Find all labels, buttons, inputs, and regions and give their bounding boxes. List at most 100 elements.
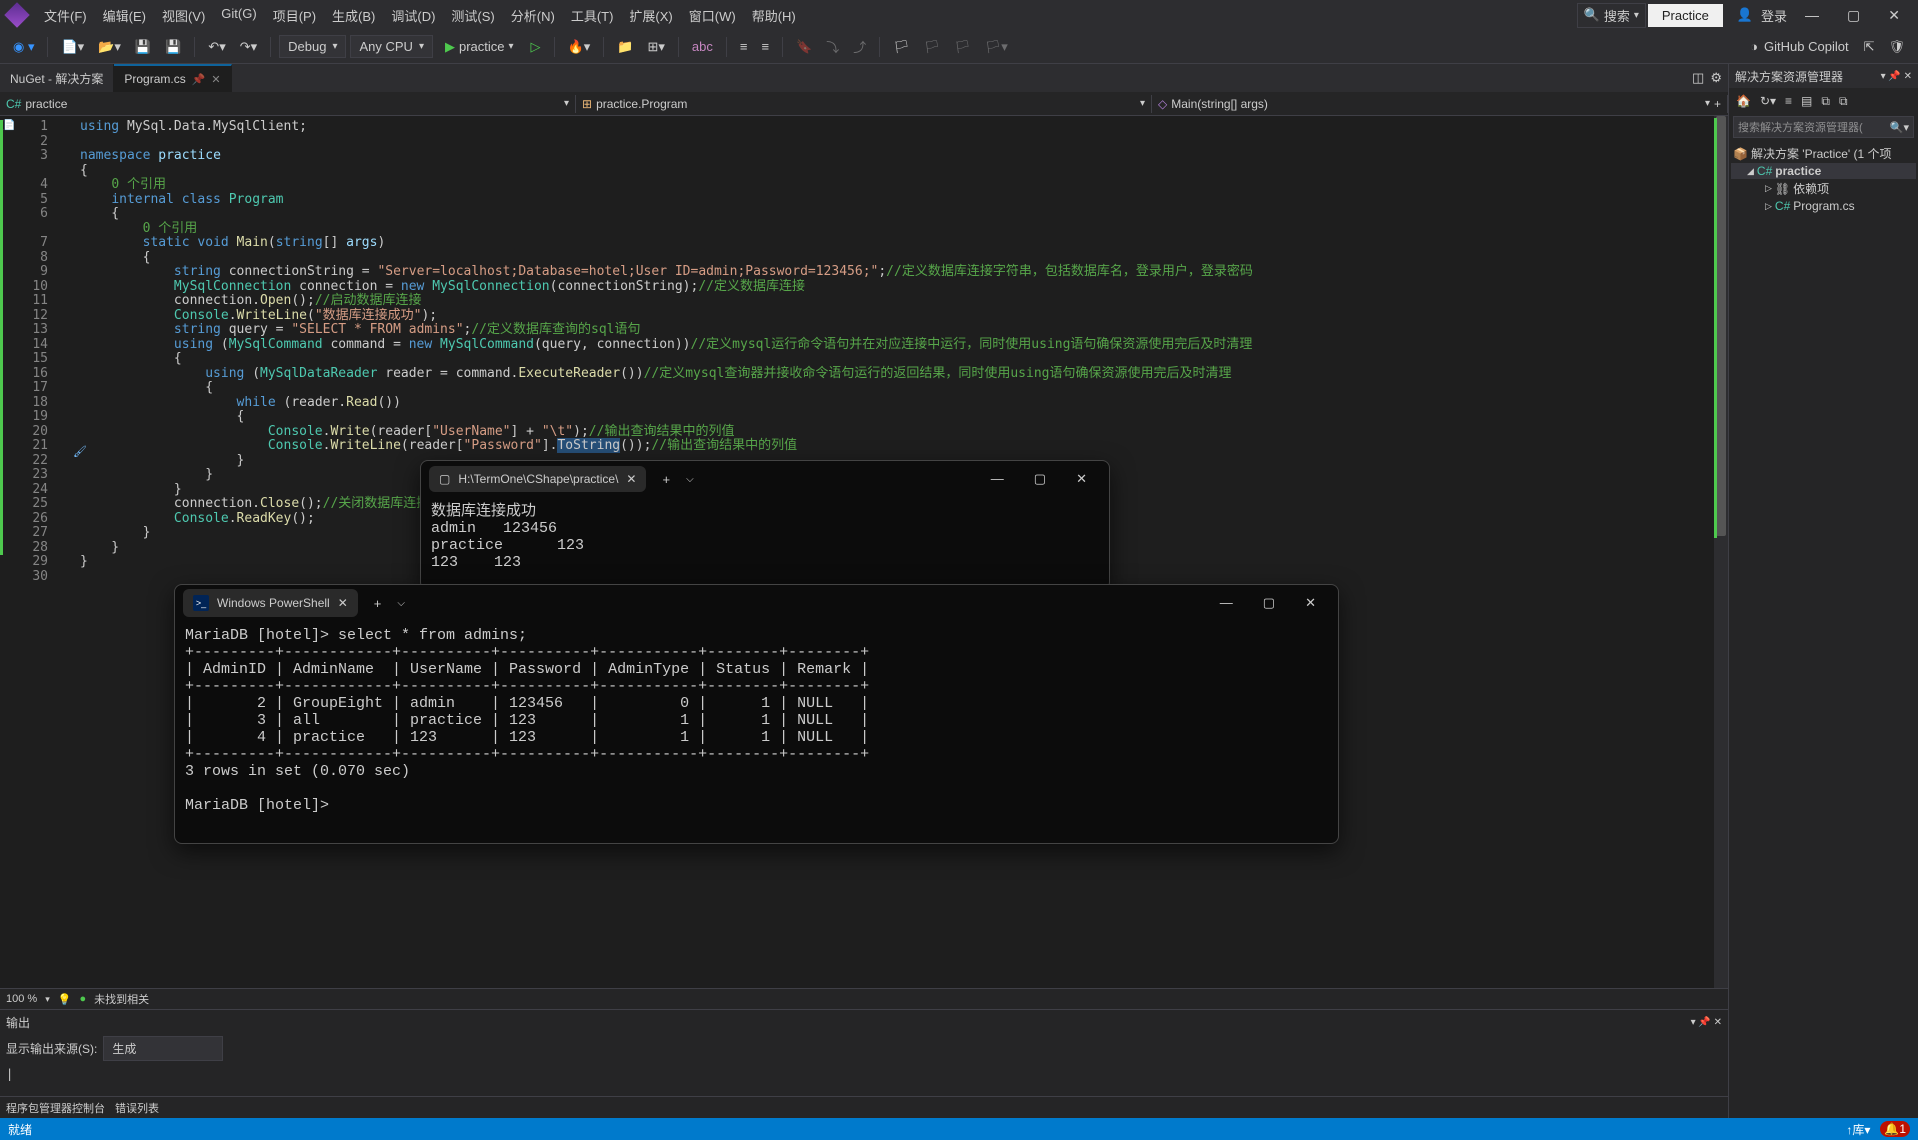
menu-item[interactable]: 生成(B) <box>324 2 383 29</box>
menu-item[interactable]: Git(G) <box>213 2 264 29</box>
bottom-tab-pkg[interactable]: 程序包管理器控制台 <box>6 1100 105 1116</box>
config-combo[interactable]: Debug▾ <box>279 35 346 58</box>
bottom-tab-errors[interactable]: 错误列表 <box>115 1100 159 1116</box>
close-icon[interactable]: ✕ <box>1291 589 1330 617</box>
admin-button[interactable]: 🛡 <box>1883 36 1910 58</box>
terminal-output[interactable]: MariaDB [hotel]> select * from admins; +… <box>175 621 1338 843</box>
crumb-method[interactable]: ◇ Main(string[] args) ▾ + <box>1152 95 1728 113</box>
terminal-tab-ps[interactable]: >_ Windows PowerShell ✕ <box>183 589 358 617</box>
uncomment-button[interactable]: ≡ <box>756 36 774 57</box>
new-tab-button[interactable]: + <box>652 468 680 491</box>
dropdown-icon[interactable]: ▾ 📌 ✕ <box>1881 71 1912 82</box>
tab-dropdown-icon[interactable]: ⌵ <box>397 598 405 609</box>
crumb-project[interactable]: C# practice ▾ <box>0 95 576 113</box>
close-tab-icon[interactable]: ✕ <box>626 472 636 486</box>
file-node-program[interactable]: ▷ C# Program.cs <box>1731 198 1916 214</box>
menu-item[interactable]: 项目(P) <box>265 2 324 29</box>
pin-icon[interactable]: 📌 <box>192 73 206 86</box>
minimize-icon[interactable]: — <box>977 465 1018 493</box>
show-all-icon[interactable]: ▤ <box>1798 92 1815 110</box>
terminal-window-practice[interactable]: ▢ H:\TermOne\CShape\practice\ ✕ + ⌵ — ▢ … <box>420 460 1110 590</box>
flag-button-4[interactable]: 🏳▾ <box>980 36 1013 58</box>
run-no-debug-button[interactable]: ▷ <box>526 36 546 58</box>
flag-button-2[interactable]: 🏳 <box>919 36 946 58</box>
menu-item[interactable]: 帮助(H) <box>744 2 804 29</box>
menu-item[interactable]: 分析(N) <box>503 2 563 29</box>
nav-back-button[interactable]: ◉ ▾ <box>8 36 39 58</box>
caret-icon: ◢ <box>1747 166 1754 177</box>
tab-nuget[interactable]: NuGet - 解决方案 <box>0 64 114 92</box>
browse-button[interactable]: 📁 <box>612 36 638 58</box>
menu-item[interactable]: 调试(D) <box>383 2 443 29</box>
copy-icon[interactable]: ⧉ <box>1818 92 1833 111</box>
crumb-class[interactable]: ⊞ practice.Program ▾ <box>576 95 1152 113</box>
new-item-button[interactable]: 📄▾ <box>56 36 89 58</box>
close-icon[interactable]: ✕ <box>1062 465 1101 493</box>
flag-button-3[interactable]: 🏳 <box>949 36 976 58</box>
class-icon: ⊞ <box>582 97 592 111</box>
minimize-icon[interactable]: — <box>1206 589 1247 617</box>
tab-program-cs[interactable]: Program.cs 📌 ✕ <box>114 64 231 92</box>
tab-dropdown-icon[interactable]: ⌵ <box>686 474 694 485</box>
github-copilot-link[interactable]: ◑ GitHub Copilot <box>1744 36 1854 57</box>
solution-search[interactable]: 搜索解决方案资源管理器( 🔍▾ <box>1733 116 1914 138</box>
flag-button[interactable]: 🏳 <box>888 36 915 58</box>
account-icon[interactable]: 👤 <box>1737 7 1753 23</box>
vertical-scrollbar[interactable] <box>1714 116 1728 988</box>
maximize-icon[interactable]: ▢ <box>1249 589 1289 617</box>
menu-item[interactable]: 扩展(X) <box>621 2 680 29</box>
gear-icon[interactable]: ⚙ <box>1710 70 1722 86</box>
project-node[interactable]: ◢ C# practice <box>1731 163 1916 179</box>
zoom-level[interactable]: 100 % <box>6 993 37 1005</box>
home-icon[interactable]: 🏠 <box>1733 92 1754 110</box>
output-source-combo[interactable]: 生成 <box>103 1036 223 1061</box>
terminal-window-powershell[interactable]: >_ Windows PowerShell ✕ + ⌵ — ▢ ✕ MariaD… <box>174 584 1339 844</box>
terminal-tab[interactable]: ▢ H:\TermOne\CShape\practice\ ✕ <box>429 466 646 492</box>
bookmark-button[interactable]: 🔖 <box>791 36 817 58</box>
login-link[interactable]: 登录 <box>1761 6 1787 25</box>
search-box[interactable]: 🔍 搜索 ▾ <box>1577 3 1646 28</box>
close-tab-icon[interactable]: ✕ <box>211 73 220 86</box>
menu-item[interactable]: 窗口(W) <box>681 2 744 29</box>
undo-button[interactable]: ↶▾ <box>203 36 230 58</box>
save-button[interactable]: 💾 <box>130 36 156 58</box>
add-icon[interactable]: + <box>1714 97 1721 111</box>
copy-icon-2[interactable]: ⧉ <box>1836 92 1851 111</box>
layout-button[interactable]: ⊞▾ <box>642 36 669 58</box>
share-button[interactable]: ⇱ <box>1859 36 1880 58</box>
step-button-2[interactable]: ⤴ <box>848 34 871 59</box>
minimize-button[interactable]: — <box>1795 1 1829 29</box>
close-button[interactable]: ✕ <box>1878 1 1910 30</box>
source-control-icon[interactable]: ↑库▾ <box>1846 1121 1870 1138</box>
lightbulb-icon[interactable]: 💡 <box>58 993 72 1006</box>
terminal-output[interactable]: 数据库连接成功 admin 123456 practice 123 123 12… <box>421 497 1109 589</box>
maximize-icon[interactable]: ▢ <box>1020 465 1060 493</box>
menu-item[interactable]: 工具(T) <box>563 2 622 29</box>
collapse-icon[interactable]: ≡ <box>1782 92 1795 110</box>
save-all-button[interactable]: 💾 <box>160 36 186 58</box>
output-body[interactable]: | <box>0 1063 1728 1096</box>
comment-button[interactable]: ≡ <box>735 36 753 57</box>
word-wrap-button[interactable]: abc <box>687 36 718 57</box>
menu-item[interactable]: 编辑(E) <box>95 2 154 29</box>
platform-combo[interactable]: Any CPU▾ <box>350 35 433 58</box>
close-tab-icon[interactable]: ✕ <box>338 596 348 610</box>
csharp-icon: C# <box>6 97 21 111</box>
solution-name-button[interactable]: Practice <box>1648 4 1723 27</box>
maximize-button[interactable]: ▢ <box>1837 1 1870 30</box>
new-tab-button[interactable]: + <box>364 592 392 615</box>
menu-item[interactable]: 文件(F) <box>36 2 95 29</box>
open-button[interactable]: 📂▾ <box>93 36 126 58</box>
sync-icon[interactable]: ↻▾ <box>1757 92 1779 110</box>
run-button[interactable]: ▶practice▾ <box>437 36 522 58</box>
solution-root-node[interactable]: 📦 解决方案 'Practice' (1 个项 <box>1731 144 1916 163</box>
step-button[interactable]: ⤵ <box>821 34 844 59</box>
redo-button[interactable]: ↷▾ <box>235 36 262 58</box>
dependencies-node[interactable]: ▷ ⛓ 依赖项 <box>1731 179 1916 198</box>
search-icon: 🔍 <box>1584 7 1600 23</box>
split-icon[interactable]: ◫ <box>1692 70 1704 86</box>
menu-item[interactable]: 视图(V) <box>154 2 213 29</box>
hot-reload-button[interactable]: 🔥▾ <box>563 36 596 58</box>
notification-icon[interactable]: 🔔1 <box>1880 1121 1910 1137</box>
menu-item[interactable]: 测试(S) <box>443 2 502 29</box>
